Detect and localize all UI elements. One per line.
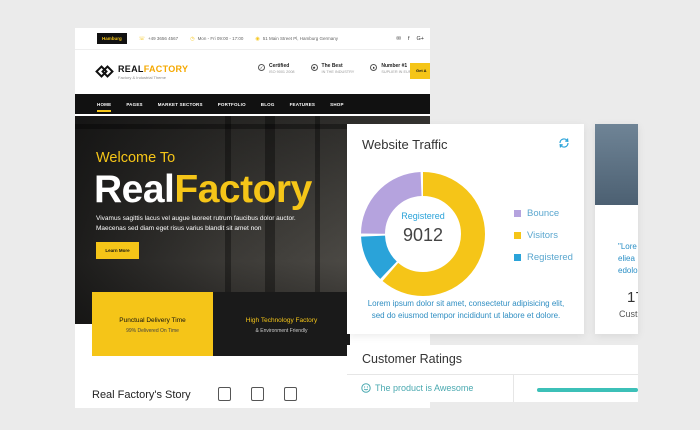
learn-more-button[interactable]: Learn More [96,242,139,259]
traffic-description: Lorem ipsum dolor sit amet, consectetur … [367,299,565,320]
testimonial-quote: "Lore eliea edolo [618,242,638,275]
feature-technology: High Technology Factory & Environment Fr… [213,292,350,356]
divider [347,374,638,375]
nav-blog[interactable]: BLOG [261,102,275,107]
ratings-title: Customer Ratings [362,352,463,366]
header-info: ✓ Certified ISO 9001 2008 ★ The Best IN TH… [258,63,420,74]
testimonial-card: "Lore eliea edolo 17 Cust [595,124,638,334]
mail-icon[interactable]: ✉ [396,36,401,42]
opening-hours: Mon - Fri 09:00 - 17:00 [197,36,244,41]
logo-mark-icon [95,65,114,78]
phone-number: +49 3656 4567 [148,36,179,41]
address: 51 Main Street Pl, Hamburg Germany [262,36,338,41]
traffic-title: Website Traffic [362,137,448,152]
hero-description: Vivamus sagittis lacus vel augue laoreet… [96,215,296,232]
site-logo[interactable]: REALFACTORY Factory & Industrial Theme [95,64,189,80]
legend-swatch [514,209,521,217]
star-icon: ★ [310,64,318,71]
website-traffic-card: Website Traffic Registered 9012 Bounce V… [347,124,584,334]
brand-real: REAL [118,64,144,74]
story-icons [218,387,297,401]
factory-icon [218,387,231,401]
nav-home[interactable]: HOME [97,97,112,112]
legend-visitors: Visitors [514,224,573,246]
hero-title: RealFactory [94,168,312,211]
stat-caption: Cust [619,309,638,319]
brand-factory: FACTORY [143,64,189,74]
phone-icon: ☏ [138,35,146,42]
customer-ratings-card: Customer Ratings The product is Awesome [347,345,638,402]
get-quote-button[interactable]: Get A [410,63,430,79]
brand-tagline: Factory & Industrial Theme [118,75,166,80]
rating-bar [537,388,638,392]
trophy-icon: ♦ [370,64,378,71]
info-certified: ✓ Certified ISO 9001 2008 [258,63,295,74]
story-title: Real Factory's Story [92,389,191,401]
check-icon: ✓ [258,64,265,71]
stat-number: 17 [627,289,638,306]
legend-registered: Registered [514,246,573,268]
clock-icon: ◷ [190,35,195,42]
nav-shop[interactable]: SHOP [330,102,344,107]
main-nav: HOME PAGES MARKET SECTORS PORTFOLIO BLOG… [75,94,430,114]
location-selector[interactable]: Hamburg [97,33,127,44]
divider [513,374,514,402]
smile-icon [361,383,371,393]
refresh-icon[interactable] [558,137,570,149]
feature-delivery: Punctual Delivery Time 99% Delivered On … [92,292,213,356]
donut-center-label: Registered [401,211,445,221]
hero-welcome: Welcome To [96,150,176,166]
site-header: REALFACTORY Factory & Industrial Theme ✓… [75,50,430,94]
nav-portfolio[interactable]: PORTFOLIO [218,102,246,107]
info-best: ★ The Best IN THE INDUSTRY [310,63,355,74]
legend-swatch [514,231,521,239]
facebook-icon[interactable]: f [408,36,410,42]
legend-bounce: Bounce [514,202,573,224]
energy-icon [284,387,297,401]
rating-item-label: The product is Awesome [375,383,474,393]
google-plus-icon[interactable]: G+ [417,36,425,42]
social-links: ✉ f G+ [396,36,424,42]
nav-market-sectors[interactable]: MARKET SECTORS [158,102,203,107]
nav-pages[interactable]: PAGES [126,102,142,107]
map-pin-icon: ◉ [255,35,260,42]
testimonial-photo [595,124,638,205]
legend-swatch [514,253,521,261]
site-topbar: Hamburg ☏ +49 3656 4567 ◷ Mon - Fri 09:00 … [75,28,430,50]
donut-center-value: 9012 [402,225,444,245]
tower-icon [251,387,264,401]
traffic-legend: Bounce Visitors Registered [514,202,573,268]
nav-features[interactable]: FEATURES [290,102,316,107]
